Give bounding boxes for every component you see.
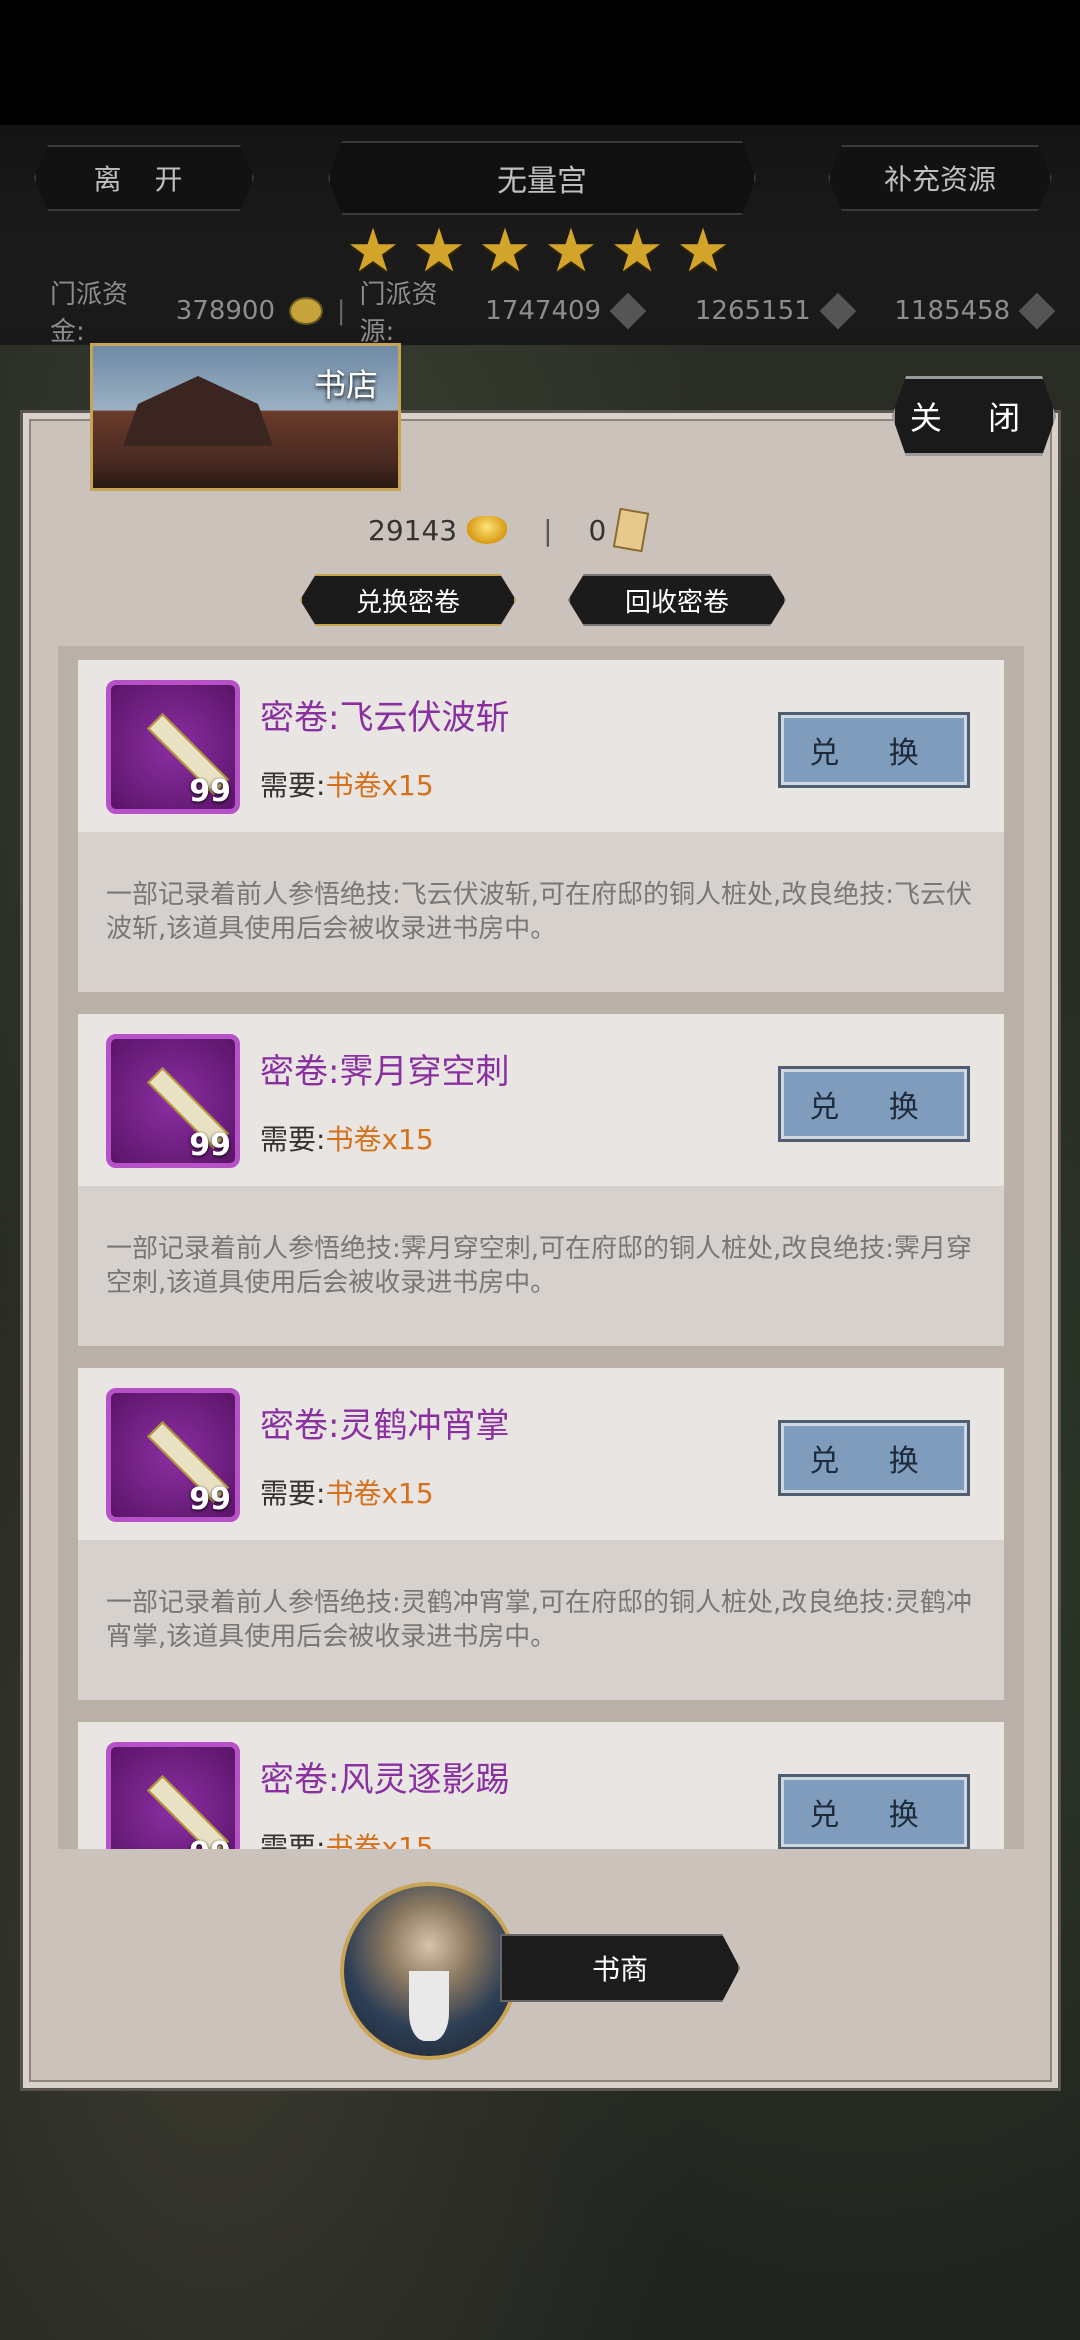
need-value: 书卷x15	[325, 769, 434, 802]
list-item: 99 密卷:飞云伏波斩 需要:书卷x15 兑 换 一部记录着前人参悟绝技:飞云伏…	[78, 660, 1004, 992]
divider: |	[336, 296, 346, 326]
box-icon	[1018, 292, 1056, 330]
item-header: 99 密卷:飞云伏波斩 需要:书卷x15 兑 换	[78, 660, 1004, 832]
list-item: 99 密卷:霁月穿空刺 需要:书卷x15 兑 换 一部记录着前人参悟绝技:霁月穿…	[78, 1014, 1004, 1346]
resource3-value: 1265151	[694, 296, 811, 326]
item-header: 99 密卷:霁月穿空刺 需要:书卷x15 兑 换	[78, 1014, 1004, 1186]
exchange-button[interactable]: 兑 换	[778, 1774, 970, 1849]
scroll-list[interactable]: 99 密卷:飞云伏波斩 需要:书卷x15 兑 换 一部记录着前人参悟绝技:飞云伏…	[58, 646, 1024, 1849]
sect-title: 无量宫	[328, 141, 756, 215]
item-description: 一部记录着前人参悟绝技:飞云伏波斩,可在府邸的铜人桩处,改良绝技:飞云伏波斩,该…	[78, 832, 1004, 992]
need-value: 书卷x15	[325, 1831, 434, 1849]
scroll-item-icon[interactable]: 99	[106, 680, 240, 814]
exchange-button[interactable]: 兑 换	[778, 1420, 970, 1496]
item-requirement: 需要:书卷x15	[260, 764, 434, 804]
item-name: 密卷:飞云伏波斩	[260, 698, 510, 738]
close-button[interactable]: 关 闭	[892, 376, 1056, 456]
leave-button[interactable]: 离 开	[34, 145, 254, 211]
item-requirement: 需要:书卷x15	[260, 1118, 434, 1158]
gold-value: 29143	[368, 513, 458, 547]
merchant-portrait	[409, 1971, 449, 2041]
star-icon: ★	[346, 216, 400, 286]
merchant-name-label: 书商	[500, 1934, 740, 2002]
item-description: 一部记录着前人参悟绝技:灵鹤冲宵掌,可在府邸的铜人桩处,改良绝技:灵鹤冲宵掌,该…	[78, 1540, 1004, 1700]
item-count: 99	[189, 1836, 231, 1849]
scroll-item-icon[interactable]: 99	[106, 1034, 240, 1168]
resources-value: 1747409	[485, 296, 602, 326]
item-count: 99	[189, 1128, 231, 1163]
item-header: 99 密卷:风灵逐影踢 需要:书卷x15 兑 换	[78, 1722, 1004, 1849]
star-icon: ★	[412, 216, 466, 286]
gold-ingot-icon	[467, 516, 508, 544]
scroll-item-icon[interactable]: 99	[106, 1742, 240, 1849]
star-icon: ★	[544, 216, 598, 286]
bookstore-banner: 书店	[90, 343, 401, 491]
item-count: 99	[189, 1482, 231, 1517]
divider: |	[543, 513, 553, 547]
item-header: 99 密卷:灵鹤冲宵掌 需要:书卷x15 兑 换	[78, 1368, 1004, 1540]
resource-icon	[609, 292, 647, 330]
star-icon: ★	[676, 216, 730, 286]
tab-recycle-scrolls[interactable]: 回收密卷	[568, 574, 786, 626]
list-item: 99 密卷:灵鹤冲宵掌 需要:书卷x15 兑 换 一部记录着前人参悟绝技:灵鹤冲…	[78, 1368, 1004, 1700]
star-icon: ★	[478, 216, 532, 286]
merchant-avatar[interactable]	[340, 1882, 518, 2060]
building-image	[123, 376, 273, 446]
item-count: 99	[189, 774, 231, 809]
item-description: 一部记录着前人参悟绝技:霁月穿空刺,可在府邸的铜人桩处,改良绝技:霁月穿空刺,该…	[78, 1186, 1004, 1346]
shop-title: 书店	[313, 366, 378, 404]
scroll-item-icon[interactable]: 99	[106, 1388, 240, 1522]
currency-display: 29143 | 0	[368, 507, 650, 553]
item-name: 密卷:灵鹤冲宵掌	[260, 1406, 510, 1446]
coin-icon	[289, 297, 323, 325]
need-value: 书卷x15	[325, 1477, 434, 1510]
need-value: 书卷x15	[325, 1123, 434, 1156]
sword-icon	[819, 292, 856, 330]
exchange-button[interactable]: 兑 换	[778, 1066, 970, 1142]
need-label: 需要:	[260, 1477, 326, 1510]
funds-label: 门派资金:	[50, 280, 129, 347]
resource4-value: 1185458	[894, 296, 1011, 326]
item-name: 密卷:风灵逐影踢	[260, 1760, 510, 1800]
scroll-icon	[613, 507, 650, 553]
item-requirement: 需要:书卷x15	[260, 1826, 434, 1849]
resource-bar: 门派资金: 378900 | 门派资源: 1747409 1265151 118…	[50, 280, 1056, 347]
replenish-resources-button[interactable]: 补充资源	[828, 145, 1052, 211]
item-name: 密卷:霁月穿空刺	[260, 1052, 510, 1092]
item-requirement: 需要:书卷x15	[260, 1472, 434, 1512]
resources-label: 门派资源:	[359, 280, 438, 347]
tab-exchange-scrolls[interactable]: 兑换密卷	[300, 574, 516, 626]
scroll-count: 0	[588, 513, 607, 547]
list-item: 99 密卷:风灵逐影踢 需要:书卷x15 兑 换	[78, 1722, 1004, 1849]
star-icon: ★	[610, 216, 664, 286]
funds-value: 378900	[175, 296, 276, 326]
status-area	[0, 0, 1080, 125]
sect-rating-stars: ★ ★ ★ ★ ★ ★	[346, 216, 730, 286]
exchange-button[interactable]: 兑 换	[778, 712, 970, 788]
need-label: 需要:	[260, 769, 326, 802]
need-label: 需要:	[260, 1123, 326, 1156]
need-label: 需要:	[260, 1831, 326, 1849]
